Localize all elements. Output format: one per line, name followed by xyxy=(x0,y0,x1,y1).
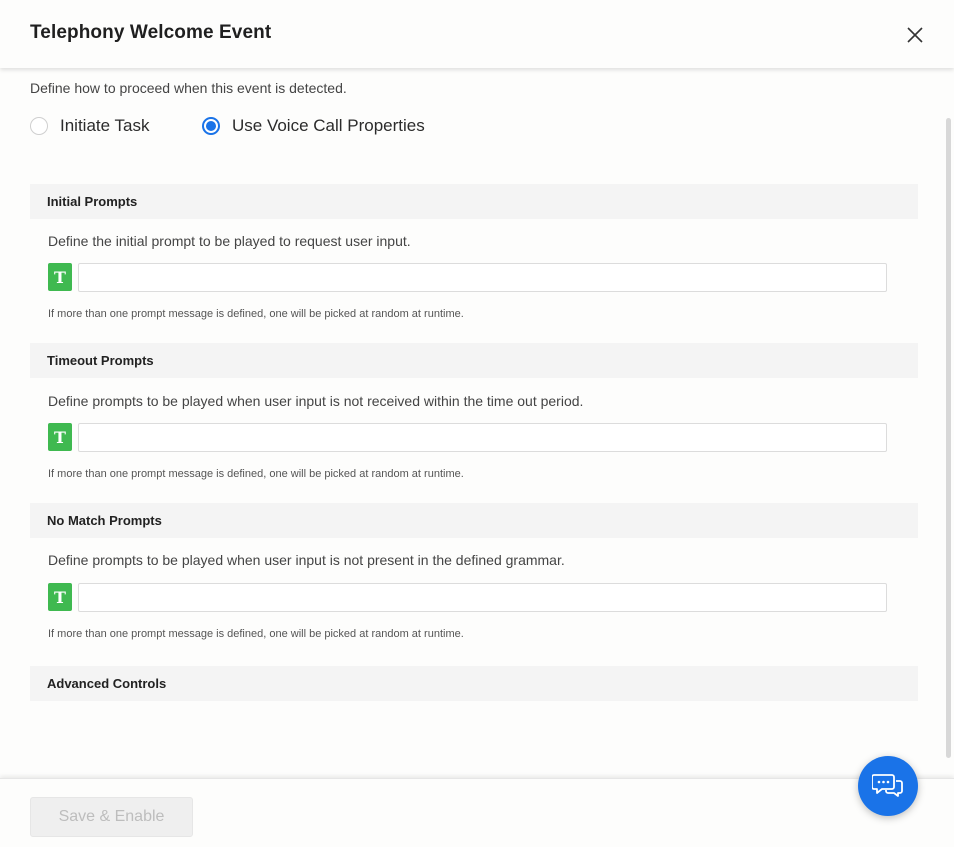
radio-label: Use Voice Call Properties xyxy=(232,116,425,135)
dialog-body: Define how to proceed when this event is… xyxy=(0,68,954,778)
timeout-prompt-input[interactable] xyxy=(78,423,887,452)
dialog-title: Telephony Welcome Event xyxy=(30,22,272,43)
section-title: Timeout Prompts xyxy=(47,353,154,368)
section-description: Define the initial prompt to be played t… xyxy=(48,233,411,249)
section-header-advanced-controls[interactable]: Advanced Controls xyxy=(30,666,918,701)
text-type-icon[interactable]: T xyxy=(48,263,72,291)
radio-button-selected[interactable] xyxy=(202,117,220,135)
section-header-no-match-prompts[interactable]: No Match Prompts xyxy=(30,503,918,538)
initial-prompt-input[interactable] xyxy=(78,263,887,292)
radio-label: Initiate Task xyxy=(60,116,150,135)
section-title: Initial Prompts xyxy=(47,194,138,209)
radio-use-voice-call-properties[interactable]: Use Voice Call Properties xyxy=(202,116,425,136)
section-title: No Match Prompts xyxy=(47,513,162,528)
section-description: Define prompts to be played when user in… xyxy=(48,552,565,568)
text-type-icon[interactable]: T xyxy=(48,583,72,611)
section-description: Define prompts to be played when user in… xyxy=(48,393,584,409)
radio-button[interactable] xyxy=(30,117,48,135)
close-icon[interactable] xyxy=(906,26,924,44)
text-type-icon[interactable]: T xyxy=(48,423,72,451)
dialog-footer: Save & Enable xyxy=(0,778,954,847)
section-hint: If more than one prompt message is defin… xyxy=(48,468,464,480)
dialog-header: Telephony Welcome Event xyxy=(0,0,954,68)
no-match-prompt-input[interactable] xyxy=(78,583,887,612)
save-and-enable-button[interactable]: Save & Enable xyxy=(30,797,193,837)
vertical-scrollbar[interactable] xyxy=(946,118,951,758)
section-hint: If more than one prompt message is defin… xyxy=(48,628,464,640)
section-header-initial-prompts[interactable]: Initial Prompts xyxy=(30,184,918,219)
chat-bubbles-icon[interactable] xyxy=(858,756,918,816)
event-description: Define how to proceed when this event is… xyxy=(30,80,347,96)
section-header-timeout-prompts[interactable]: Timeout Prompts xyxy=(30,343,918,378)
radio-dot xyxy=(206,121,216,131)
section-hint: If more than one prompt message is defin… xyxy=(48,308,464,320)
radio-initiate-task[interactable]: Initiate Task xyxy=(30,116,149,136)
section-title: Advanced Controls xyxy=(47,676,167,691)
